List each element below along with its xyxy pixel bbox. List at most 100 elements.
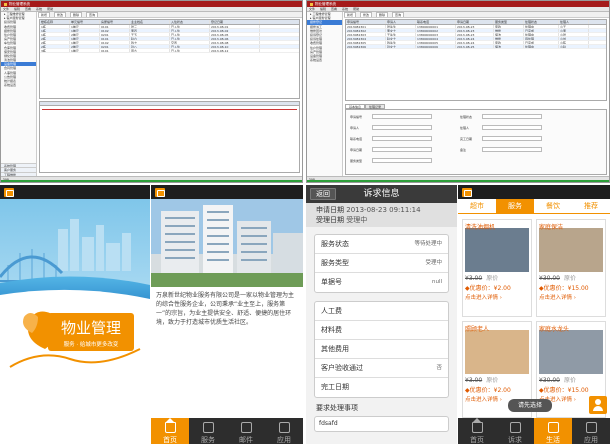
form-label: 服务类型 — [350, 158, 363, 163]
column-header[interactable]: 处理状态 — [524, 20, 559, 24]
sidebar-item[interactable]: 系统设置 — [307, 58, 342, 62]
form-field: 申请人 — [350, 125, 432, 130]
form-input[interactable] — [372, 158, 432, 163]
intro-paragraph: 万泉新世纪物业服务有限公司是一家以物业管理为主的综合性服务企业，公司秉承“业主至… — [156, 292, 295, 326]
column-header[interactable]: 申请日期 — [456, 20, 494, 24]
table-cell: 2013082302 — [346, 29, 386, 32]
query-button[interactable]: 查询 — [86, 12, 99, 17]
column-header[interactable]: 申请人 — [386, 20, 416, 24]
table-cell: 处理中 — [524, 45, 559, 48]
table-cell: 13800000002 — [416, 29, 456, 32]
tab-home[interactable]: 首页 — [458, 418, 496, 444]
phone-life-services: 超市 服务 餐饮 推荐 清洗油烟机 ¥3.00 原价 ◆优惠价：¥2.00 点击进入详情 › 家… — [458, 185, 610, 444]
menu-file[interactable]: 文件 — [309, 7, 315, 11]
column-header[interactable]: 房屋编号 — [100, 20, 130, 24]
menu-system[interactable]: 系统 — [36, 7, 42, 11]
delete-button[interactable]: 删除 — [70, 12, 83, 17]
service-card[interactable]: 家庭保洁 ¥30.00 原价 ◆优惠价：¥15.00 点击进入详情 › — [536, 219, 606, 317]
query-button[interactable]: 查询 — [392, 12, 405, 17]
app-icon — [310, 2, 313, 6]
column-header[interactable]: 入住状态 — [170, 20, 210, 24]
info-row: 材料费 — [315, 321, 448, 340]
status-header — [458, 185, 610, 199]
sidebar-item[interactable]: 系统设置 — [1, 83, 36, 87]
price-label: ◆优惠价： — [539, 386, 568, 394]
tab-request[interactable]: 诉求 — [496, 418, 534, 444]
edit-button[interactable]: 修改 — [360, 12, 373, 17]
phone-request-info: 返回 诉求信息 申请日期 2013-08-23 09:11:14 受理日期 受理… — [306, 185, 457, 444]
category-tab[interactable]: 推荐 — [572, 199, 610, 213]
tab-service[interactable]: 服务 — [189, 418, 227, 444]
table-row[interactable]: 3栋 1单元 0101 周九 已入住 2013-08-12 — [40, 49, 299, 53]
menu-view[interactable]: 查看 — [331, 7, 337, 11]
tab-home[interactable]: 首页 — [151, 418, 189, 444]
price-value: ¥2.00 — [493, 386, 511, 394]
sidebar-tree: ▸ 工程维修管理 ▸ 客户服务管理 投诉管理 收费管理 报修管理 住户管理 房产管… — [1, 12, 37, 176]
service-icon — [202, 422, 214, 433]
card-detail-link[interactable]: 点击进入详情 › — [537, 292, 605, 302]
home-icon — [471, 418, 483, 433]
form-input[interactable] — [372, 136, 432, 141]
column-header[interactable]: 处理人 — [559, 20, 589, 24]
card-orig-price: ¥3.00 原价 — [463, 374, 531, 384]
add-button[interactable]: 新增 — [38, 12, 51, 17]
column-header[interactable]: 申请编号 — [346, 20, 386, 24]
table-cell: 0101 — [100, 37, 130, 40]
column-header[interactable]: 联系电话 — [416, 20, 456, 24]
category-tab[interactable]: 餐饮 — [534, 199, 572, 213]
table-row[interactable]: 2013082306 孙女士 13800000006 2013-08-25 保洁 处理中小… — [346, 45, 606, 49]
tab-apps[interactable]: 应用 — [572, 418, 610, 444]
service-card[interactable]: 清洗油烟机 ¥3.00 原价 ◆优惠价：¥2.00 点击进入详情 › — [462, 219, 532, 317]
tab-mail[interactable]: 邮件 — [227, 418, 265, 444]
delete-button[interactable]: 删除 — [376, 12, 389, 17]
form-input[interactable] — [482, 147, 542, 152]
category-tab[interactable]: 超市 — [458, 199, 496, 213]
column-header[interactable]: 单元编号 — [70, 20, 100, 24]
tab-apps[interactable]: 应用 — [265, 418, 303, 444]
status-group: 服务状态 等待处理中 服务类型 受理中 单据号 null — [314, 234, 449, 293]
table-cell: 钱七 — [130, 41, 170, 44]
edit-button[interactable]: 修改 — [54, 12, 67, 17]
form-input[interactable] — [482, 114, 542, 119]
menu-system[interactable]: 系统 — [342, 7, 348, 11]
card-title: 照顾老人 — [465, 325, 490, 333]
menu-help[interactable]: 帮助 — [47, 7, 53, 11]
info-label: 客户验收通过 — [321, 364, 363, 372]
menu-help[interactable]: 帮助 — [353, 7, 359, 11]
tab-label: 应用 — [584, 436, 598, 444]
menu-view[interactable]: 查看 — [25, 7, 31, 11]
card-price: ◆优惠价：¥15.00 — [537, 282, 605, 292]
user-icon[interactable] — [589, 396, 607, 414]
form-input[interactable] — [372, 114, 432, 119]
column-header[interactable]: 楼栋名称 — [40, 20, 70, 24]
table-cell: 已入住 — [170, 37, 210, 40]
menu-file[interactable]: 文件 — [3, 7, 9, 11]
desktop-window-right: 物业管理系统 文件 编辑 查看 系统 帮助 ▸ 工程维修管理 ▸ 客户服务管理 报修登记 … — [306, 0, 610, 183]
form-input[interactable] — [482, 136, 542, 141]
tab-life[interactable]: 生活 — [534, 418, 572, 444]
add-button[interactable]: 新增 — [344, 12, 357, 17]
table-cell: 小赵 — [559, 45, 589, 48]
card-image — [539, 228, 603, 272]
sidebar-module[interactable]: 系统管理 — [1, 162, 36, 167]
info-row: 服务状态 等待处理中 — [315, 235, 448, 254]
table-cell: 2013-08-23 — [456, 33, 494, 36]
tab-label: 首页 — [470, 436, 484, 444]
menu-edit[interactable]: 编辑 — [320, 7, 326, 11]
card-detail-link[interactable]: 点击进入详情 › — [463, 292, 531, 302]
phone-splash: 物业管理 服务 · 给城市更多改变 — [0, 185, 150, 444]
table-cell: 1栋 — [40, 25, 70, 28]
category-tab[interactable]: 服务 — [496, 199, 534, 213]
column-header[interactable]: 登记日期 — [210, 20, 260, 24]
menu-edit[interactable]: 编辑 — [14, 7, 20, 11]
sidebar-module[interactable]: 客户服务 — [1, 167, 36, 172]
column-header[interactable]: 业主姓名 — [130, 20, 170, 24]
form-input[interactable] — [372, 147, 432, 152]
table-cell: 0201 — [100, 33, 130, 36]
table-cell: 处理中 — [524, 25, 559, 28]
form-input[interactable] — [372, 125, 432, 130]
column-header[interactable]: 服务类型 — [494, 20, 524, 24]
toolbar: 新增 修改 删除 查询 — [38, 12, 302, 18]
mail-icon — [240, 422, 252, 433]
form-input[interactable] — [482, 125, 542, 130]
